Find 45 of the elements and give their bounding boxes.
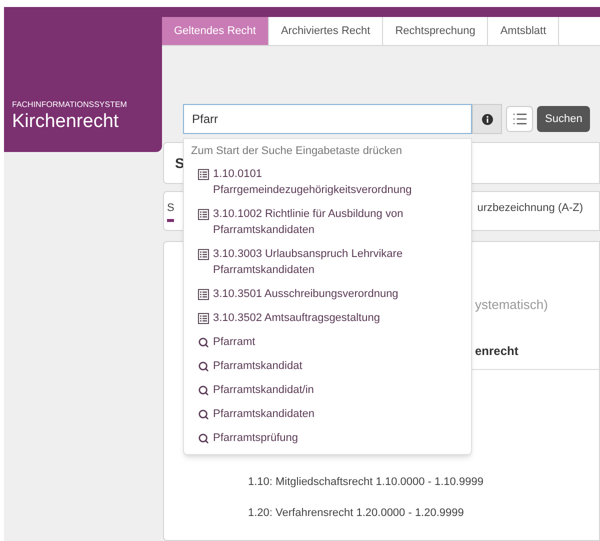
sort-tab[interactable]: S [167,200,174,222]
suggestion-text: Pfarramtskandidat [213,359,302,374]
category-link[interactable]: 1.20: Verfahrensrecht 1.20.0000 - 1.20.9999 [248,505,599,522]
brand-subtitle: FACHINFORMATIONSSYSTEM [12,100,128,110]
search-icon [198,337,209,348]
suggestion-item[interactable]: Pfarramtskandidaten [184,402,471,426]
category-link[interactable]: 1.10: Mitgliedschaftsrecht 1.10.0000 - 1.10.9999 [248,474,599,490]
search-button[interactable]: Suchen [537,106,590,132]
section-heading: enrecht [475,344,518,358]
list-icon [512,111,528,127]
suggestion-item[interactable]: 1.10.0101 Pfarrgemeindezugehörigkeitsverordnung [184,162,471,202]
suggestion-item[interactable]: Pfarramtsprüfung [184,426,471,450]
suggestion-text: Pfarramtskandidat/in [213,383,314,398]
suggestion-text: Pfarramtsprüfung [213,431,298,446]
suggestion-item[interactable]: 3.10.1002 Richtlinie für Ausbildung von Pfarramtskandidaten [184,202,471,242]
info-icon [482,114,492,124]
document-icon [198,249,209,260]
suggestion-text: Pfarramtskandidaten [213,407,314,422]
document-icon [198,209,209,220]
card-subtitle: ystematisch) [475,296,548,314]
suggestion-item[interactable]: Pfarramt [184,330,471,354]
suggestion-item[interactable]: 3.10.3501 Ausschreibungsverordnung [184,282,471,306]
search-icon [198,385,209,396]
suggestion-item[interactable]: 3.10.3502 Amtsauftragsgestaltung [184,306,471,330]
suggestion-item[interactable]: Pfarramtskandidat [184,354,471,378]
info-button[interactable] [472,104,502,134]
search-icon [198,409,209,420]
sort-tab[interactable]: urzbezeichnung (A-Z) [477,200,583,222]
suggestion-item[interactable]: 3.10.3003 Urlaubsanspruch Lehrvikare Pfarramtskandidaten [184,242,471,282]
suggestion-text: 3.10.3502 Amtsauftragsgestaltung [213,311,380,326]
search-icon [198,361,209,372]
suggestion-text: 3.10.3501 Ausschreibungsverordnung [213,287,398,302]
search-icon [198,433,209,444]
suggestion-item[interactable]: Pfarramtskandidat/in [184,378,471,402]
list-view-button[interactable] [506,106,533,132]
search-field[interactable]: Pfarr [183,104,472,134]
document-icon [198,169,209,180]
hint-text: Zum Start der Suche Eingabetaste drücken [190,144,403,159]
suggestion-text: 3.10.3003 Urlaubsanspruch Lehrvikare Pfarramtskandidaten [213,247,404,278]
document-icon [198,289,209,300]
suggestion-text: 1.10.0101 Pfarrgemeindezugehörigkeitsverordnung [213,167,413,198]
document-icon [198,313,209,324]
suggestion-text: 3.10.1002 Richtlinie für Ausbildung von Pfarramtskandidaten [213,207,404,238]
brand-title: Kirchenrecht [12,110,120,134]
suggestion-text: Pfarramt [213,335,256,350]
